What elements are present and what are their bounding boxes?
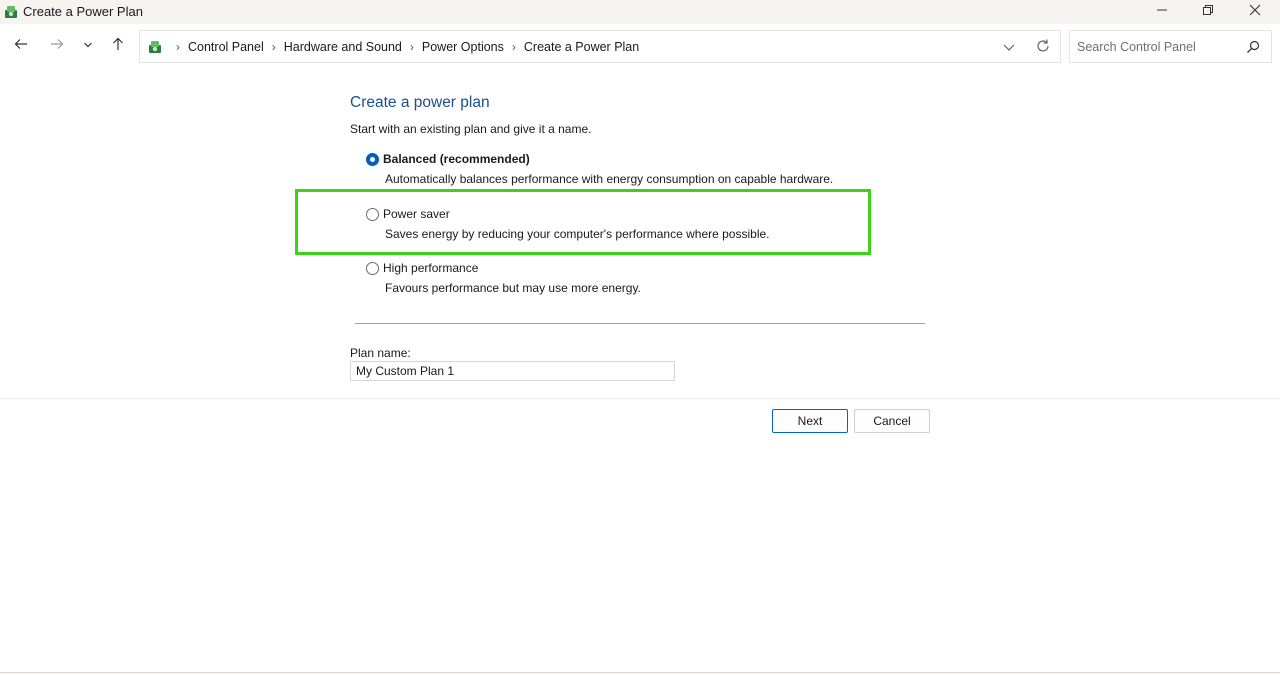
- chevron-down-icon: [1003, 44, 1015, 51]
- breadcrumb-hardware-and-sound[interactable]: Hardware and Sound: [284, 40, 402, 54]
- chevron-right-icon: ›: [176, 39, 180, 54]
- control-panel-app-icon: [3, 4, 19, 20]
- divider: [355, 323, 925, 324]
- window-bottom-border: [0, 672, 1280, 673]
- option-description: Favours performance but may use more ene…: [385, 281, 641, 295]
- close-button[interactable]: [1232, 0, 1278, 24]
- cancel-button[interactable]: Cancel: [854, 409, 930, 433]
- arrow-left-icon: [14, 37, 28, 56]
- address-dropdown-button[interactable]: [1001, 39, 1017, 55]
- option-description: Automatically balances performance with …: [385, 172, 834, 186]
- breadcrumb: › Control Panel › Hardware and Sound › P…: [168, 31, 639, 62]
- arrow-up-icon: [111, 37, 125, 56]
- refresh-icon: [1037, 39, 1049, 52]
- option-label[interactable]: High performance: [383, 261, 478, 275]
- minimize-icon: [1156, 3, 1168, 21]
- minimize-button[interactable]: [1139, 0, 1185, 24]
- back-button[interactable]: [9, 34, 33, 58]
- chevron-right-icon: ›: [271, 39, 276, 54]
- radio-balanced[interactable]: [366, 153, 379, 166]
- page-subtitle: Start with an existing plan and give it …: [350, 122, 592, 136]
- navigation-bar: › Control Panel › Hardware and Sound › P…: [0, 24, 1280, 68]
- plan-name-label: Plan name:: [350, 346, 411, 360]
- restore-button[interactable]: [1185, 0, 1231, 24]
- recent-locations-button[interactable]: [76, 34, 100, 58]
- chevron-right-icon: ›: [511, 39, 516, 54]
- forward-button[interactable]: [45, 34, 69, 58]
- option-label[interactable]: Balanced (recommended): [383, 152, 530, 166]
- breadcrumb-create-a-power-plan[interactable]: Create a Power Plan: [524, 40, 639, 54]
- search-icon[interactable]: [1246, 40, 1260, 54]
- address-bar[interactable]: › Control Panel › Hardware and Sound › P…: [139, 30, 1061, 63]
- option-high-performance[interactable]: High performance Favours performance but…: [365, 261, 865, 305]
- title-bar: Create a Power Plan: [0, 0, 1280, 24]
- search-input[interactable]: [1071, 32, 1239, 61]
- up-button[interactable]: [106, 34, 130, 58]
- breadcrumb-control-panel[interactable]: Control Panel: [188, 40, 264, 54]
- highlight-box: [295, 189, 871, 255]
- window-title: Create a Power Plan: [23, 4, 143, 19]
- divider: [0, 398, 1280, 399]
- close-icon: [1249, 3, 1261, 21]
- page-title: Create a power plan: [350, 94, 490, 111]
- chevron-down-icon: [83, 37, 93, 55]
- control-panel-icon: [147, 39, 163, 55]
- restore-icon: [1202, 3, 1214, 21]
- next-button[interactable]: Next: [772, 409, 848, 433]
- arrow-right-icon: [50, 37, 64, 56]
- search-box: [1069, 30, 1272, 63]
- chevron-right-icon: ›: [409, 39, 414, 54]
- plan-name-input[interactable]: [350, 361, 675, 381]
- refresh-button[interactable]: [1035, 38, 1051, 54]
- breadcrumb-power-options[interactable]: Power Options: [422, 40, 504, 54]
- radio-high-performance[interactable]: [366, 262, 379, 275]
